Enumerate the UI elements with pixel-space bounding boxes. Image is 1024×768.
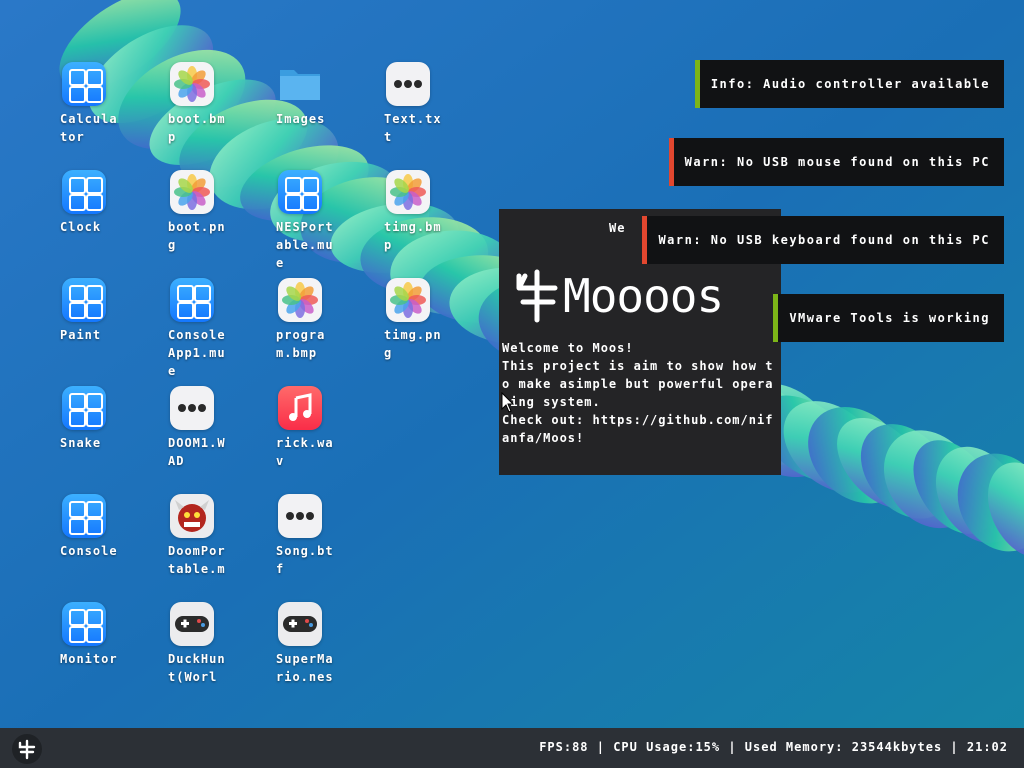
moos-logo: Moooos	[515, 265, 724, 327]
taskbar: FPS:88 | CPU Usage:15% | Used Memory: 23…	[0, 728, 1024, 768]
app-grid-icon	[62, 170, 106, 214]
desktop-icon-label: ConsoleApp1.mue	[168, 328, 226, 378]
moos-logo-icon	[18, 739, 36, 760]
desktop-icon-label: rick.wav	[276, 436, 334, 468]
desktop-icon[interactable]: Snake	[60, 386, 126, 452]
document-icon	[170, 386, 214, 430]
desktop-icon[interactable]: program.bmp	[276, 278, 342, 362]
desktop-icon-label: NESPortable.mue	[276, 220, 334, 270]
folder-icon	[278, 62, 322, 106]
document-icon	[386, 62, 430, 106]
desktop-icon-label: Snake	[60, 436, 102, 450]
notification-text: VMware Tools is working	[789, 311, 990, 325]
desktop-icon[interactable]: DuckHunt(Worl	[168, 602, 234, 686]
desktop-icon-label: Images	[276, 112, 326, 126]
desktop-icon-label: Calculator	[60, 112, 118, 144]
desktop-icon[interactable]: NESPortable.mue	[276, 170, 342, 272]
notification-info-audio[interactable]: Info: Audio controller available	[694, 60, 1004, 108]
app-grid-icon	[170, 278, 214, 322]
desktop-icon-label: Song.btf	[276, 544, 334, 576]
desktop-icon-label: program.bmp	[276, 328, 326, 360]
app-grid-icon	[62, 386, 106, 430]
app-grid-icon	[62, 494, 106, 538]
notification-text: Warn: No USB keyboard found on this PC	[658, 233, 990, 247]
desktop-icon[interactable]: ConsoleApp1.mue	[168, 278, 234, 380]
desktop-icon-label: DuckHunt(Worl	[168, 652, 226, 684]
notification-accent-bar	[773, 294, 779, 342]
app-grid-icon	[278, 170, 322, 214]
photos-icon	[170, 170, 214, 214]
system-status: FPS:88 | CPU Usage:15% | Used Memory: 23…	[539, 740, 1008, 754]
desktop-icon[interactable]: timg.bmp	[384, 170, 450, 254]
app-grid-icon	[62, 62, 106, 106]
notification-warn-keyboard[interactable]: Warn: No USB keyboard found on this PC	[642, 216, 1004, 264]
desktop-icon[interactable]: Monitor	[60, 602, 126, 668]
desktop-icon[interactable]: Paint	[60, 278, 126, 344]
moos-logo-icon	[516, 269, 558, 323]
desktop-icon[interactable]: Console	[60, 494, 126, 560]
app-grid-icon	[62, 278, 106, 322]
notification-warn-mouse[interactable]: Warn: No USB mouse found on this PC	[668, 138, 1004, 186]
moos-wordmark: Moooos	[563, 269, 724, 323]
desktop-icon[interactable]: DOOM1.WAD	[168, 386, 234, 470]
desktop-icon[interactable]: boot.png	[168, 170, 234, 254]
notification-accent-bar	[668, 138, 674, 186]
notification-info-vmware[interactable]: VMware Tools is working	[773, 294, 1004, 342]
desktop-icon-label: timg.png	[384, 328, 442, 360]
desktop-icon-label: SuperMario.nes	[276, 652, 334, 684]
app-grid-icon	[62, 602, 106, 646]
desktop-icon-label: DOOM1.WAD	[168, 436, 226, 468]
desktop-icon-label: Clock	[60, 220, 102, 234]
desktop-icon[interactable]: SuperMario.nes	[276, 602, 342, 686]
photos-icon	[386, 170, 430, 214]
desktop-icon[interactable]: Text.txt	[384, 62, 450, 146]
document-icon	[278, 494, 322, 538]
desktop-icon[interactable]: Calculator	[60, 62, 126, 146]
desktop-icon[interactable]: timg.png	[384, 278, 450, 362]
desktop-icon[interactable]: Images	[276, 62, 342, 128]
desktop-icon-label: Paint	[60, 328, 102, 342]
welcome-body-text: Welcome to Moos! This project is aim to …	[502, 341, 774, 445]
notification-accent-bar	[642, 216, 648, 264]
desktop-icon[interactable]: boot.bmp	[168, 62, 234, 146]
desktop-icon-label: boot.bmp	[168, 112, 226, 144]
mouse-cursor-icon	[501, 392, 515, 413]
desktop-icon[interactable]: Song.btf	[276, 494, 342, 578]
desktop-icon[interactable]: Clock	[60, 170, 126, 236]
desktop-icon-label: DoomPortable.m	[168, 544, 226, 576]
desktop-icon-label: timg.bmp	[384, 220, 442, 252]
desktop-icon[interactable]: rick.wav	[276, 386, 342, 470]
notification-accent-bar	[694, 60, 700, 108]
gamepad-icon	[170, 602, 214, 646]
start-button[interactable]	[12, 734, 42, 764]
desktop-icon[interactable]: DoomPortable.m	[168, 494, 234, 578]
photos-icon	[278, 278, 322, 322]
gamepad-icon	[278, 602, 322, 646]
music-icon	[278, 386, 322, 430]
doom-demon-icon	[170, 494, 214, 538]
photos-icon	[386, 278, 430, 322]
desktop-icon-label: Console	[60, 544, 118, 558]
notification-text: Warn: No USB mouse found on this PC	[684, 155, 990, 169]
notification-text: Info: Audio controller available	[710, 77, 990, 91]
welcome-window-title: We	[609, 221, 626, 235]
desktop-icon-label: Monitor	[60, 652, 118, 666]
desktop-icon-label: Text.txt	[384, 112, 442, 144]
photos-icon	[170, 62, 214, 106]
desktop-icon-label: boot.png	[168, 220, 226, 252]
